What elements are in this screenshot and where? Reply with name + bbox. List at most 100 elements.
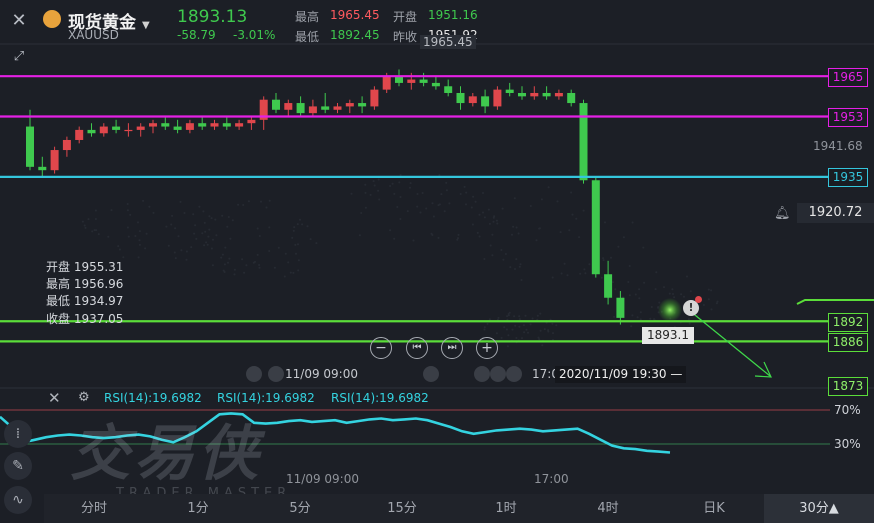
map-dot	[232, 219, 234, 221]
ohlc-high: 最高 1956.96	[46, 275, 123, 292]
map-dot	[520, 263, 522, 265]
map-dot	[257, 228, 259, 230]
zoom-out-button[interactable]: −	[370, 337, 392, 359]
map-dot	[129, 214, 131, 216]
expand-icon[interactable]: ⤢	[6, 44, 32, 70]
map-dot	[226, 226, 228, 228]
next-button[interactable]: ⏭	[441, 337, 463, 359]
indicator-icon[interactable]: ⁞	[4, 420, 32, 448]
map-dot	[630, 325, 632, 327]
map-dot	[572, 214, 574, 216]
map-dot	[203, 244, 205, 246]
settings-icon[interactable]: ⚙	[78, 390, 90, 405]
map-dot	[491, 234, 493, 236]
candle-body	[346, 103, 354, 106]
map-dot	[221, 215, 223, 217]
map-dot	[509, 312, 511, 314]
timeframe-tab[interactable]: 5分	[270, 494, 330, 523]
map-dot	[491, 254, 493, 256]
map-dot	[516, 227, 518, 229]
candle-body	[420, 80, 428, 83]
map-dot	[631, 314, 633, 316]
map-dot	[538, 337, 540, 339]
map-dot	[560, 231, 562, 233]
map-dot	[515, 258, 517, 260]
candle-body	[297, 103, 305, 113]
timeframe-tab[interactable]: 15分	[372, 494, 432, 523]
map-dot	[127, 203, 129, 205]
timeframe-tab[interactable]: 分时	[64, 494, 124, 523]
candle-body	[38, 167, 46, 170]
timeframe-tab[interactable]: 日K	[684, 494, 744, 523]
map-dot	[688, 318, 690, 320]
candle-body	[235, 123, 243, 126]
high-value: 1965.45	[330, 8, 380, 22]
map-dot	[557, 200, 559, 202]
level-tag-1965[interactable]: 1965	[828, 68, 868, 87]
level-tag-1935[interactable]: 1935	[828, 168, 868, 187]
open-label: 开盘	[393, 8, 417, 25]
map-dot	[370, 194, 372, 196]
map-dot	[638, 297, 640, 299]
map-dot	[482, 212, 484, 214]
map-dot	[389, 229, 391, 231]
map-dot	[175, 257, 177, 259]
close-icon[interactable]: ✕	[6, 8, 32, 34]
map-dot	[643, 282, 645, 284]
map-dot	[669, 293, 671, 295]
map-dot	[95, 210, 97, 212]
map-dot	[224, 247, 226, 249]
map-dot	[138, 256, 140, 258]
candle-body	[555, 93, 563, 96]
level-lines-layer	[0, 76, 830, 341]
pencil-icon[interactable]: ✎	[4, 452, 32, 480]
map-dot	[193, 233, 195, 235]
map-dot	[228, 216, 230, 218]
map-dot	[552, 332, 554, 334]
high-marker-label: 1965.45	[420, 35, 476, 49]
map-dot	[207, 236, 209, 238]
alert-price[interactable]: 1920.72	[797, 203, 874, 223]
map-dot	[400, 174, 402, 176]
bell-icon[interactable]: 🔔︎	[774, 206, 791, 221]
timeframe-tab[interactable]: 4时	[578, 494, 638, 523]
map-dot	[212, 239, 214, 241]
timeframe-tab[interactable]: 1时	[476, 494, 536, 523]
map-dot	[603, 259, 605, 261]
rsi-close-icon[interactable]: ✕	[48, 389, 61, 407]
candle-body	[592, 180, 600, 274]
watermark-logo: 交易侠	[70, 405, 262, 492]
map-dot	[663, 286, 665, 288]
candle-body	[124, 130, 132, 131]
level-tag-1953[interactable]: 1953	[828, 108, 868, 127]
level-tag-1873[interactable]: 1873	[828, 377, 868, 396]
map-dot	[234, 269, 236, 271]
map-dot	[82, 221, 84, 223]
map-dot	[365, 207, 367, 209]
map-dot	[655, 288, 657, 290]
map-dot	[392, 183, 394, 185]
map-dot	[612, 281, 614, 283]
zoom-in-button[interactable]: +	[476, 337, 498, 359]
map-dot	[201, 232, 203, 234]
timeframe-tab[interactable]: 30分▲	[764, 494, 874, 523]
timeframe-tab[interactable]: 1分	[168, 494, 228, 523]
map-dot	[444, 210, 446, 212]
level-tag-1892[interactable]: 1892	[828, 313, 868, 332]
map-dot	[672, 293, 674, 295]
map-dot	[640, 318, 642, 320]
prev-button[interactable]: ⏮	[406, 337, 428, 359]
map-dot	[464, 186, 466, 188]
rsi-70-label: 70%	[834, 403, 861, 417]
map-dot	[242, 204, 244, 206]
wave-icon[interactable]: ∿	[4, 486, 32, 514]
map-dot	[422, 192, 424, 194]
map-dot	[208, 215, 210, 217]
map-dot	[513, 315, 515, 317]
level-tag-1886[interactable]: 1886	[828, 333, 868, 352]
map-dot	[610, 257, 612, 259]
map-dot	[484, 326, 486, 328]
map-dot	[496, 223, 498, 225]
map-dot	[307, 225, 309, 227]
candle-body	[616, 298, 624, 318]
